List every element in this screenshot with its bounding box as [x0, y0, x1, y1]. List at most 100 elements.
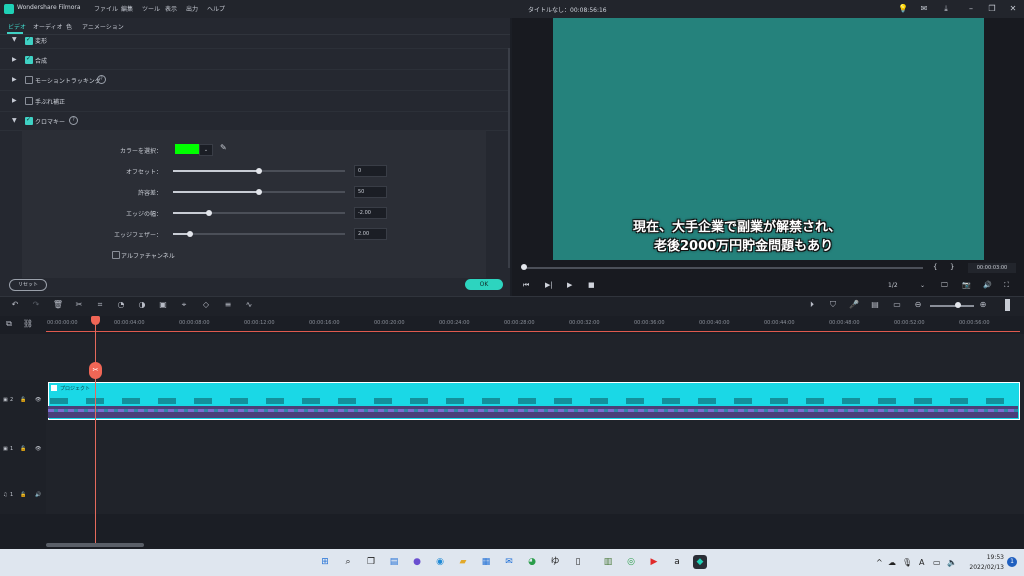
playback-progress-handle[interactable]: [521, 264, 527, 270]
reset-button[interactable]: リセット: [9, 279, 47, 291]
menu-edit[interactable]: 編集: [121, 4, 133, 13]
notification-badge[interactable]: 1: [1007, 557, 1017, 567]
store-icon[interactable]: ▦: [479, 555, 493, 569]
collapse-arrow-icon[interactable]: ▼: [12, 117, 17, 124]
filmora-taskbar-icon[interactable]: ◆: [693, 555, 707, 569]
offset-input[interactable]: 0: [354, 165, 387, 177]
compositing-checkbox[interactable]: [25, 55, 33, 64]
chevron-up-icon[interactable]: ^: [876, 558, 883, 567]
app-icon[interactable]: ゆ: [548, 555, 562, 569]
chat-icon[interactable]: ●: [410, 555, 424, 569]
app-icon[interactable]: ◎: [624, 555, 638, 569]
speaker-mute-icon[interactable]: 🔈: [947, 558, 957, 567]
adjust-icon[interactable]: ≡: [222, 299, 234, 311]
tab-color[interactable]: 色: [66, 22, 72, 31]
playhead-handle[interactable]: [91, 316, 100, 325]
timeline-pause-icon[interactable]: [1005, 299, 1010, 311]
lightbulb-icon[interactable]: 💡: [897, 3, 909, 15]
render-icon[interactable]: ⏵: [806, 299, 818, 311]
audio-wave-icon[interactable]: ∿: [243, 299, 255, 311]
transform-checkbox[interactable]: [25, 36, 33, 45]
menu-view[interactable]: 表示: [165, 4, 177, 13]
snapshot-icon[interactable]: 📷: [962, 281, 971, 289]
ime-indicator[interactable]: A: [919, 558, 924, 567]
file-explorer-icon[interactable]: ▰: [456, 555, 470, 569]
mark-out-icon[interactable]: }: [950, 263, 954, 271]
stabilization-checkbox[interactable]: [25, 97, 33, 105]
playback-progress-bar[interactable]: [523, 267, 923, 269]
add-track-icon[interactable]: ⧉: [3, 318, 15, 330]
expand-arrow-icon[interactable]: ▼: [12, 36, 17, 43]
volume-icon[interactable]: 🔊: [983, 281, 992, 289]
mail-app-icon[interactable]: ✉: [502, 555, 516, 569]
tab-animation[interactable]: アニメーション: [82, 22, 124, 31]
zoom-out-icon[interactable]: ⊖: [912, 299, 924, 311]
menu-help[interactable]: ヘルプ: [207, 4, 225, 13]
video-track-1[interactable]: [0, 422, 1024, 477]
lock-icon[interactable]: 🔓: [20, 446, 26, 452]
expand-arrow-icon[interactable]: ▶: [12, 97, 17, 104]
link-icon[interactable]: ⛓: [22, 318, 34, 330]
step-back-icon[interactable]: ⏮: [523, 281, 529, 290]
property-row-stabilization[interactable]: [0, 91, 510, 112]
document-app-icon[interactable]: ▯: [571, 555, 585, 569]
amazon-icon[interactable]: a: [670, 555, 684, 569]
property-row-compositing[interactable]: [0, 49, 510, 70]
subtitle-icon[interactable]: ▭: [891, 299, 903, 311]
clock-time[interactable]: 19:53: [968, 554, 1004, 561]
split-scissors-icon[interactable]: ✂: [89, 362, 102, 379]
ok-button[interactable]: OK: [465, 279, 503, 290]
help-icon[interactable]: ?: [97, 75, 106, 84]
alpha-channel-checkbox[interactable]: [112, 251, 120, 259]
speaker-icon[interactable]: 🔊: [35, 492, 41, 498]
scissors-icon[interactable]: ✂: [73, 299, 85, 311]
widgets-icon[interactable]: ▤: [387, 555, 401, 569]
preview-quality[interactable]: 1/2: [888, 282, 898, 289]
download-icon[interactable]: ⤓: [940, 3, 952, 15]
tab-audio[interactable]: オーディオ: [33, 22, 63, 31]
lock-icon[interactable]: 🔓: [20, 397, 26, 403]
close-icon[interactable]: ✕: [1007, 3, 1019, 15]
network-icon[interactable]: ▭: [933, 558, 941, 567]
timeline-empty-area[interactable]: [0, 334, 1024, 381]
keyframe-icon[interactable]: ◇: [200, 299, 212, 311]
edge-feather-slider-handle[interactable]: [187, 231, 193, 237]
menu-tools[interactable]: ツール: [142, 4, 160, 13]
stabilize-icon[interactable]: ⌖: [178, 299, 190, 311]
edge-feather-slider[interactable]: [173, 233, 345, 235]
microphone-tray-icon[interactable]: 🎙: [902, 558, 912, 567]
panel-scrollbar[interactable]: [508, 48, 510, 268]
minimize-icon[interactable]: –: [965, 3, 977, 15]
crop-icon[interactable]: ⌗: [94, 299, 106, 311]
edge-width-slider-handle[interactable]: [206, 210, 212, 216]
undo-icon[interactable]: ↶: [9, 299, 21, 311]
shield-icon[interactable]: ⛉: [827, 299, 839, 311]
color-palette-icon[interactable]: ◑: [136, 299, 148, 311]
youtube-icon[interactable]: ▶: [647, 555, 661, 569]
green-screen-icon[interactable]: ▣: [157, 299, 169, 311]
menu-export[interactable]: 出力: [186, 4, 198, 13]
chevron-down-icon[interactable]: ⌄: [199, 144, 213, 156]
play-icon[interactable]: ▶: [567, 281, 572, 289]
edge-width-input[interactable]: -2.00: [354, 207, 387, 219]
microphone-icon[interactable]: 🎤: [848, 299, 860, 311]
key-color-swatch[interactable]: [175, 144, 199, 154]
speed-icon[interactable]: ◔: [115, 299, 127, 311]
tolerance-input[interactable]: 50: [354, 186, 387, 198]
eye-icon[interactable]: 👁: [35, 446, 41, 452]
zoom-slider[interactable]: [930, 305, 974, 307]
audio-track-1[interactable]: [0, 476, 1024, 515]
eyedropper-icon[interactable]: ✎: [220, 143, 227, 152]
timeline-scrollbar[interactable]: [46, 543, 144, 547]
tab-video[interactable]: ビデオ: [8, 22, 26, 31]
task-view-icon[interactable]: ❐: [364, 555, 378, 569]
zoom-in-icon[interactable]: ⊕: [977, 299, 989, 311]
fullscreen-icon[interactable]: ⛶: [1004, 281, 1009, 290]
search-icon[interactable]: ⌕: [341, 555, 355, 569]
chroma-key-checkbox[interactable]: [25, 116, 33, 125]
chrome-icon[interactable]: ◕: [525, 555, 539, 569]
tolerance-slider-handle[interactable]: [256, 189, 262, 195]
expand-arrow-icon[interactable]: ▶: [12, 56, 17, 63]
eye-icon[interactable]: 👁: [35, 397, 41, 403]
notepad-icon[interactable]: ▥: [601, 555, 615, 569]
